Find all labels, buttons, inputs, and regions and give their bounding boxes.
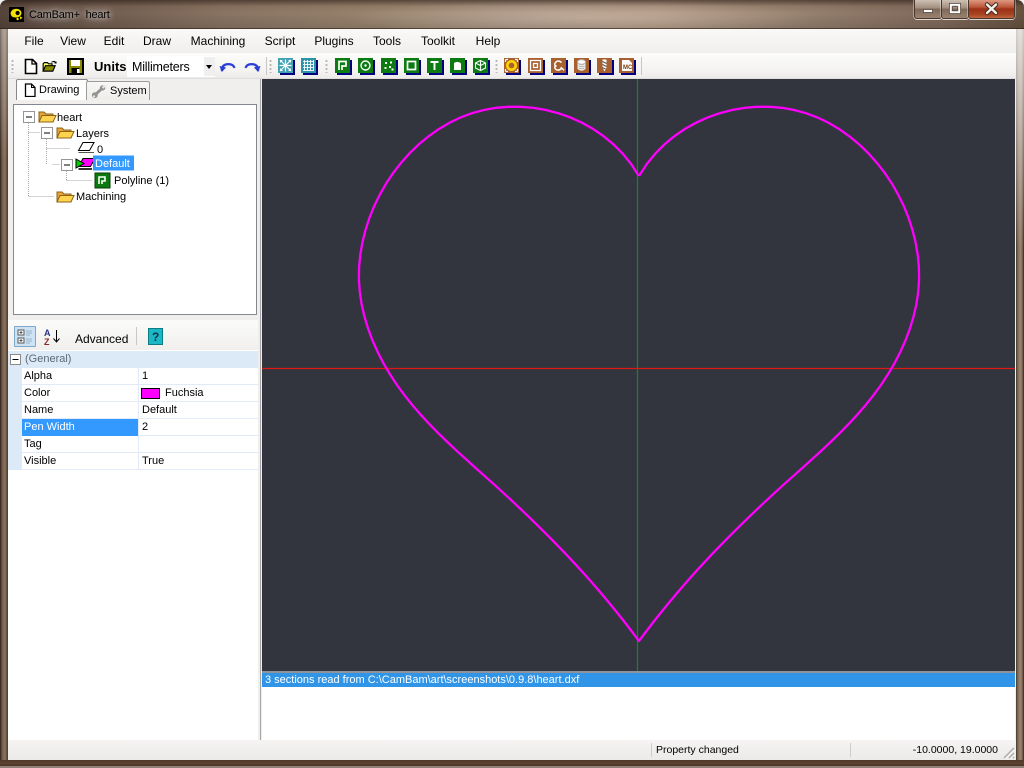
svg-text:heart: heart	[57, 112, 82, 124]
svg-text:Polyline (1): Polyline (1)	[114, 175, 169, 187]
svg-text:Machining: Machining	[76, 191, 126, 203]
svg-text:Z: Z	[44, 337, 50, 346]
svg-text:Default: Default	[95, 158, 130, 170]
svg-text:MC: MC	[623, 65, 633, 71]
svg-text:Layers: Layers	[76, 128, 110, 140]
svg-text:0: 0	[97, 144, 103, 156]
